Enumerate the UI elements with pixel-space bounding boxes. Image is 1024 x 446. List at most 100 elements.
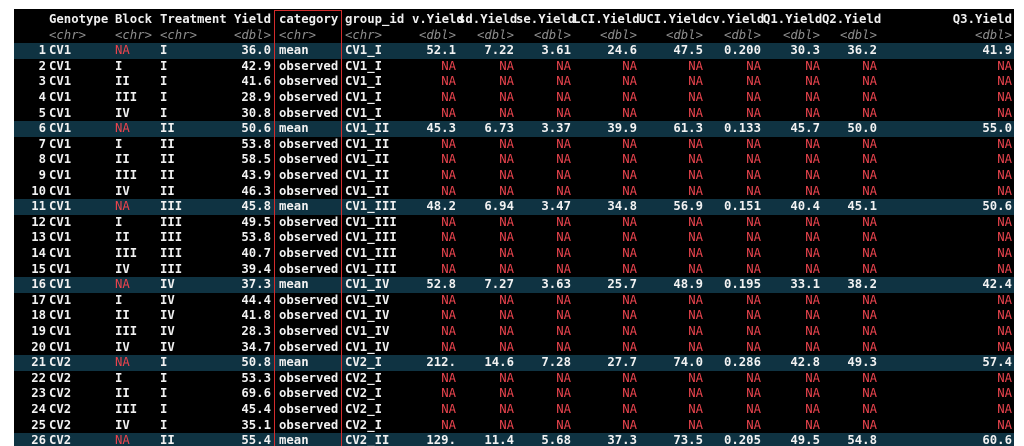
- cell-cv_yield: 0.205: [723, 433, 761, 446]
- row-index: 13: [31, 230, 46, 245]
- cell-yield: 50.8: [241, 355, 271, 370]
- cell-cv_yield: 0.200: [723, 43, 761, 58]
- cell-se_yield: NA: [556, 339, 571, 354]
- cell-lci_yield: NA: [622, 74, 637, 89]
- column-header-lci_yield: LCI.Yield: [573, 12, 640, 26]
- cell-genotype: CV1: [49, 199, 72, 214]
- cell-genotype: CV1: [49, 43, 72, 58]
- cell-lci_yield: NA: [622, 308, 637, 323]
- cell-uci_yield: 74.0: [673, 355, 703, 370]
- cell-q2_yield: 45.1: [847, 199, 877, 214]
- cell-q3_yield: NA: [997, 402, 1012, 416]
- cell-treatment: I: [160, 417, 168, 432]
- cell-category: observed: [279, 386, 339, 401]
- cell-q1_yield: NA: [805, 74, 820, 89]
- row-index: 24: [31, 402, 46, 416]
- cell-genotype: CV1: [49, 90, 72, 104]
- cell-q1_yield: 42.8: [790, 355, 820, 370]
- cell-cv_yield: NA: [746, 105, 761, 120]
- row-index: 19: [31, 324, 46, 338]
- cell-lci_yield: 27.7: [607, 355, 637, 370]
- cell-sd_yield: NA: [499, 402, 514, 416]
- cell-category: mean: [279, 121, 309, 136]
- cell-cv_yield: NA: [746, 324, 761, 338]
- cell-uci_yield: 56.9: [673, 199, 703, 214]
- cell-treatment: I: [160, 74, 168, 89]
- cell-q3_yield: NA: [997, 230, 1012, 245]
- row-index: 22: [31, 370, 46, 385]
- cell-se_yield: NA: [556, 261, 571, 276]
- cell-q3_yield: 42.4: [982, 277, 1012, 292]
- cell-lci_yield: 24.6: [607, 43, 637, 58]
- cell-q3_yield: NA: [997, 168, 1012, 182]
- cell-genotype: CV1: [49, 152, 72, 167]
- cell-sd_yield: NA: [499, 74, 514, 89]
- cell-treatment: IV: [160, 339, 175, 354]
- cell-q2_yield: 49.3: [847, 355, 877, 370]
- row-index: 1: [38, 43, 46, 58]
- cell-v_yield: NA: [441, 90, 456, 104]
- cell-category: observed: [279, 370, 339, 385]
- table-row: 4 CV1 III I 28.9 observed CV1_I NA NA NA NA NA NA NA N…: [14, 90, 1014, 106]
- cell-se_yield: NA: [556, 168, 571, 182]
- cell-category: observed: [279, 214, 339, 229]
- cell-q2_yield: NA: [862, 339, 877, 354]
- cell-treatment: I: [160, 386, 168, 401]
- cell-group_id: CV1_IV: [345, 308, 390, 323]
- cell-q1_yield: NA: [805, 308, 820, 323]
- cell-yield: 69.6: [241, 386, 271, 401]
- cell-se_yield: NA: [556, 230, 571, 245]
- cell-lci_yield: NA: [622, 261, 637, 276]
- cell-block: II: [115, 308, 130, 323]
- cell-treatment: I: [160, 355, 168, 370]
- cell-cv_yield: NA: [746, 417, 761, 432]
- cell-sd_yield: NA: [499, 214, 514, 229]
- cell-se_yield: 3.61: [541, 43, 571, 58]
- cell-genotype: CV1: [49, 121, 72, 136]
- cell-q1_yield: NA: [805, 168, 820, 182]
- cell-q2_yield: NA: [862, 308, 877, 323]
- cell-uci_yield: 47.5: [673, 43, 703, 58]
- cell-yield: 39.4: [241, 261, 271, 276]
- cell-treatment: IV: [160, 324, 175, 338]
- column-header-uci_yield: UCI.Yield: [639, 12, 706, 26]
- cell-cv_yield: NA: [746, 183, 761, 198]
- cell-se_yield: 7.28: [541, 355, 571, 370]
- cell-uci_yield: NA: [688, 230, 703, 245]
- cell-sd_yield: NA: [499, 324, 514, 338]
- cell-block: II: [115, 230, 130, 245]
- column-type-q2_yield: <dbl>: [839, 27, 877, 42]
- cell-treatment: III: [160, 230, 183, 245]
- row-index: 14: [31, 246, 46, 260]
- cell-v_yield: 48.2: [426, 199, 456, 214]
- cell-category: mean: [279, 355, 309, 370]
- cell-genotype: CV2: [49, 370, 72, 385]
- cell-v_yield: 45.3: [426, 121, 456, 136]
- cell-genotype: CV1: [49, 324, 72, 338]
- cell-genotype: CV1: [49, 168, 72, 182]
- cell-q2_yield: 38.2: [847, 277, 877, 292]
- cell-q3_yield: NA: [997, 324, 1012, 338]
- cell-lci_yield: 25.7: [607, 277, 637, 292]
- cell-yield: 41.8: [241, 308, 271, 323]
- cell-se_yield: NA: [556, 292, 571, 307]
- cell-q3_yield: NA: [997, 152, 1012, 167]
- cell-q3_yield: NA: [997, 417, 1012, 432]
- cell-sd_yield: NA: [499, 168, 514, 182]
- cell-category: observed: [279, 168, 339, 182]
- cell-genotype: CV1: [49, 261, 72, 276]
- cell-lci_yield: NA: [622, 58, 637, 73]
- cell-treatment: I: [160, 402, 168, 416]
- cell-q2_yield: 54.8: [847, 433, 877, 446]
- cell-category: observed: [279, 246, 339, 260]
- cell-block: I: [115, 292, 123, 307]
- cell-treatment: III: [160, 261, 183, 276]
- cell-group_id: CV1_IV: [345, 277, 390, 292]
- table-row-mean: 21 CV2 NA I 50.8 mean CV2_I 212. 14.6 7.28 27.7 74.…: [14, 355, 1014, 371]
- cell-sd_yield: NA: [499, 417, 514, 432]
- cell-v_yield: NA: [441, 168, 456, 182]
- cell-q2_yield: NA: [862, 324, 877, 338]
- cell-q1_yield: NA: [805, 230, 820, 245]
- table-row-mean: 1 CV1 NA I 36.0 mean CV1_I 52.1 7.22 3.61 24.6 47.5…: [14, 43, 1014, 59]
- cell-uci_yield: 61.3: [673, 121, 703, 136]
